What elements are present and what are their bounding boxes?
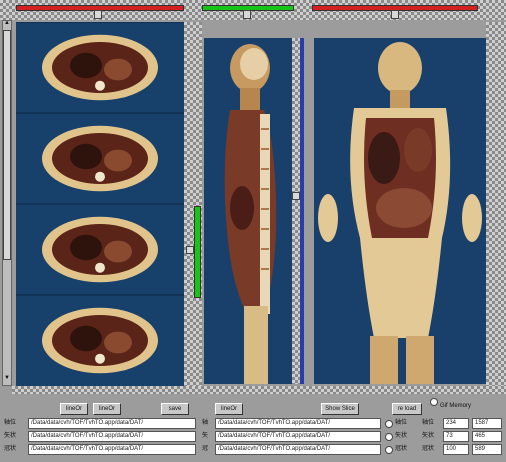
axial-radio[interactable] [385,420,393,428]
axial-path-field-2[interactable]: /Data/data/cvh/TOF/TvhTO.app/data/DAT/ [215,418,381,429]
reload-button[interactable]: re load [392,403,422,415]
bottom-strip [12,386,506,394]
coronal-radio-label: 冠状 [395,446,408,452]
axial-radio-label: 轴位 [395,420,408,426]
coronal-path-label: 冠状 [4,446,17,452]
sagittal-blue-bar [300,38,304,384]
line-or-button-3[interactable]: lineOr [215,403,243,415]
coronal-radio[interactable] [385,446,393,454]
save-button[interactable]: save [161,403,189,415]
axial-short-label: 轴 [202,420,209,426]
axial-view-panel[interactable] [16,22,184,386]
coronal-path-field[interactable]: /Data/data/cvh/TOF/TvhTO.app/data/DAT/ [28,444,196,455]
sagittal-view-panel[interactable] [204,38,292,384]
show-slice-button[interactable]: Show Slice [321,403,359,415]
sagittal-path-field-2[interactable]: /Data/data/cvh/TOF/TvhTO.app/data/DAT/ [215,431,381,442]
right-panel-border [486,22,506,386]
vertical-slider-thumb[interactable] [186,246,194,254]
panel-separator-left [184,22,202,386]
sagittal-path-field[interactable]: /Data/data/cvh/TOF/TvhTO.app/data/DAT/ [28,431,196,442]
axial-path-label: 轴位 [4,420,17,426]
sagittal-radio-label: 矢状 [395,433,408,439]
coronal-coord-a[interactable]: 100 [443,444,469,455]
axial-path-field[interactable]: /Data/data/cvh/TOF/TvhTO.app/data/DAT/ [28,418,196,429]
left-scrollbar-thumb[interactable] [3,30,11,260]
gif-memory-label: Gif Memory [440,403,472,409]
gif-memory-checkbox[interactable] [430,398,438,406]
axial-slices-image [16,22,184,386]
axial-coord-label: 轴位 [422,420,435,426]
sagittal-radio[interactable] [385,433,393,441]
axial-coord-a[interactable]: 234 [443,418,469,429]
line-or-button-1[interactable]: lineOr [60,403,88,415]
coronal-short-label: 冠 [202,446,209,452]
slice-position-vertical-slider[interactable] [194,206,201,298]
coronal-coord-label: 冠状 [422,446,435,452]
coronal-slice-slider-thumb[interactable] [391,10,399,19]
axial-slice-slider-thumb[interactable] [94,10,102,19]
coronal-path-field-2[interactable]: /Data/data/cvh/TOF/TvhTO.app/data/DAT/ [215,444,381,455]
coronal-image [314,38,486,384]
scroll-down-icon[interactable]: ▼ [3,375,11,385]
sagittal-path-label: 矢状 [4,433,17,439]
sagittal-coord-a[interactable]: 73 [443,431,469,442]
sagittal-coord-label: 矢状 [422,433,435,439]
sagittal-scroll-thumb[interactable] [292,192,300,200]
axial-coord-b[interactable]: 1587 [472,418,502,429]
sagittal-slice-slider-thumb[interactable] [243,10,251,19]
sagittal-scroll-strip[interactable] [292,38,300,384]
sagittal-coord-b[interactable]: 465 [472,431,502,442]
coronal-coord-b[interactable]: 589 [472,444,502,455]
coronal-view-panel[interactable] [314,38,486,384]
line-or-button-2[interactable]: lineOr [93,403,121,415]
sagittal-short-label: 矢 [202,433,209,439]
scroll-up-icon[interactable]: ▲ [3,20,11,30]
sagittal-image [204,38,292,384]
